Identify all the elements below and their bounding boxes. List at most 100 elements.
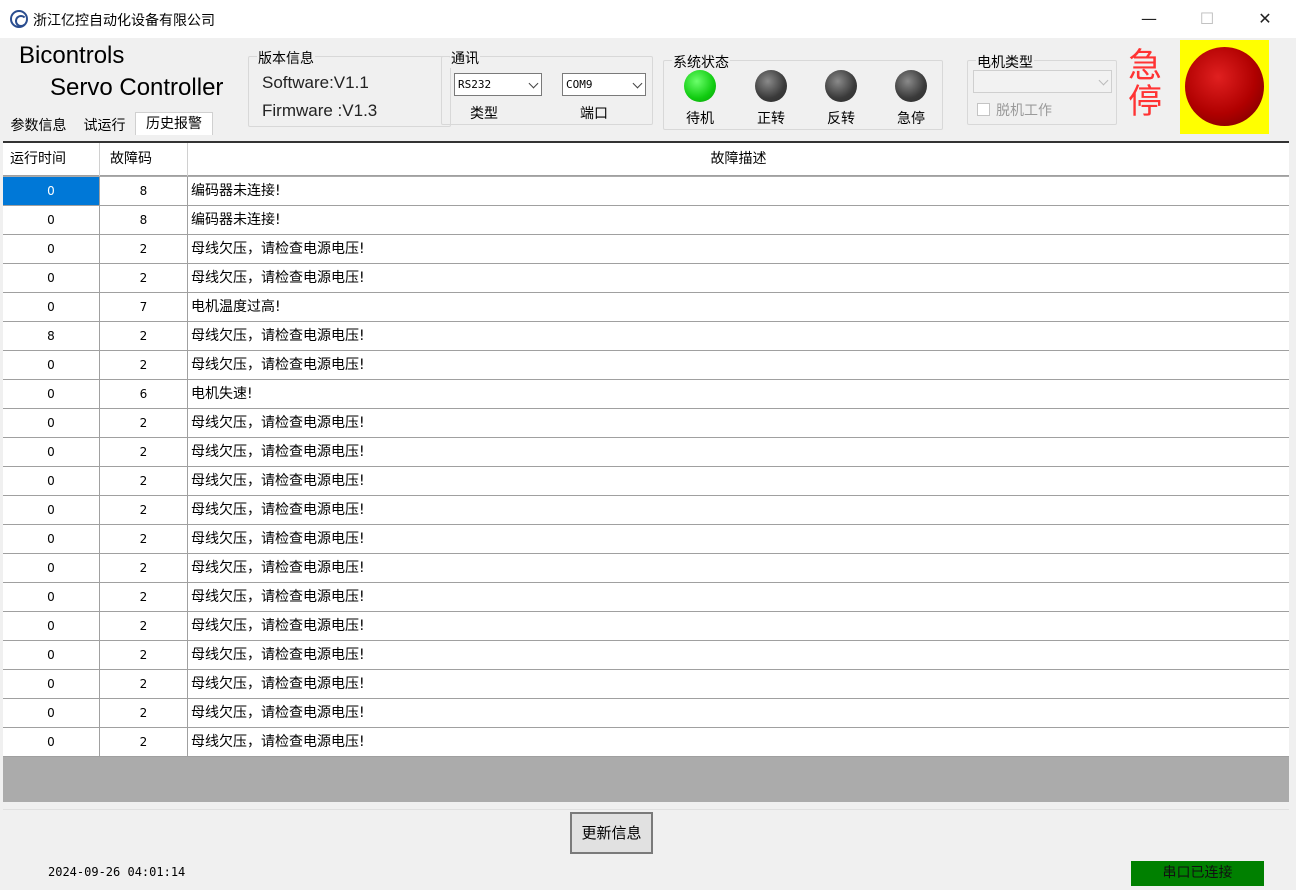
cell-fault-code[interactable]: 2 [100, 496, 188, 524]
cell-fault-description[interactable]: 母线欠压，请检查电源电压! [188, 235, 1289, 263]
cell-fault-description[interactable]: 母线欠压，请检查电源电压! [188, 525, 1289, 553]
cell-fault-description[interactable]: 母线欠压，请检查电源电压! [188, 583, 1289, 611]
brand-line-2: Servo Controller [50, 74, 224, 101]
cell-fault-code[interactable]: 2 [100, 641, 188, 669]
column-header-description[interactable]: 故障描述 [188, 143, 1289, 176]
cell-run-time[interactable]: 0 [3, 525, 100, 553]
cell-run-time[interactable]: 0 [3, 496, 100, 524]
status-datetime: 2024-09-26 04:01:14 [48, 865, 186, 879]
cell-fault-code[interactable]: 2 [100, 728, 188, 756]
table-row[interactable]: 0 2 母线欠压，请检查电源电压! [3, 525, 1289, 554]
table-row[interactable]: 8 2 母线欠压，请检查电源电压! [3, 322, 1289, 351]
table-row[interactable]: 0 2 母线欠压，请检查电源电压! [3, 670, 1289, 699]
table-row[interactable]: 0 2 母线欠压，请检查电源电压! [3, 235, 1289, 264]
cell-run-time[interactable]: 0 [3, 264, 100, 292]
cell-fault-description[interactable]: 母线欠压，请检查电源电压! [188, 554, 1289, 582]
cell-fault-code[interactable]: 2 [100, 322, 188, 350]
minimize-button[interactable]: — [1120, 0, 1178, 38]
cell-run-time[interactable]: 0 [3, 438, 100, 466]
table-row[interactable]: 0 2 母线欠压，请检查电源电压! [3, 409, 1289, 438]
cell-fault-code[interactable]: 2 [100, 554, 188, 582]
cell-fault-code[interactable]: 2 [100, 525, 188, 553]
cell-fault-code[interactable]: 2 [100, 583, 188, 611]
tab-alarm-history[interactable]: 历史报警 [135, 112, 213, 135]
cell-fault-description[interactable]: 母线欠压，请检查电源电压! [188, 264, 1289, 292]
cell-run-time[interactable]: 0 [3, 554, 100, 582]
table-row[interactable]: 0 8 编码器未连接! [3, 206, 1289, 235]
cell-run-time[interactable]: 0 [3, 293, 100, 321]
cell-fault-code[interactable]: 8 [100, 206, 188, 234]
cell-fault-code[interactable]: 2 [100, 670, 188, 698]
cell-run-time[interactable]: 0 [3, 670, 100, 698]
cell-fault-description[interactable]: 母线欠压，请检查电源电压! [188, 438, 1289, 466]
table-row[interactable]: 0 2 母线欠压，请检查电源电压! [3, 467, 1289, 496]
cell-fault-code[interactable]: 2 [100, 235, 188, 263]
cell-run-time[interactable]: 0 [3, 351, 100, 379]
table-row[interactable]: 0 2 母线欠压，请检查电源电压! [3, 699, 1289, 728]
cell-run-time[interactable]: 0 [3, 380, 100, 408]
cell-run-time[interactable]: 0 [3, 641, 100, 669]
cell-fault-code[interactable]: 2 [100, 699, 188, 727]
cell-run-time[interactable]: 0 [3, 206, 100, 234]
table-row[interactable]: 0 8 编码器未连接! [3, 177, 1289, 206]
cell-fault-code[interactable]: 2 [100, 409, 188, 437]
cell-run-time[interactable]: 0 [3, 699, 100, 727]
column-header-code[interactable]: 故障码 [100, 143, 188, 176]
table-row[interactable]: 0 6 电机失速! [3, 380, 1289, 409]
cell-fault-code[interactable]: 6 [100, 380, 188, 408]
cell-fault-description[interactable]: 电机失速! [188, 380, 1289, 408]
cell-fault-description[interactable]: 编码器未连接! [188, 177, 1289, 205]
cell-fault-code[interactable]: 2 [100, 612, 188, 640]
cell-fault-description[interactable]: 母线欠压，请检查电源电压! [188, 641, 1289, 669]
cell-fault-description[interactable]: 编码器未连接! [188, 206, 1289, 234]
cell-run-time[interactable]: 0 [3, 612, 100, 640]
table-row[interactable]: 0 2 母线欠压，请检查电源电压! [3, 728, 1289, 757]
table-row[interactable]: 0 2 母线欠压，请检查电源电压! [3, 496, 1289, 525]
cell-fault-description[interactable]: 母线欠压，请检查电源电压! [188, 322, 1289, 350]
cell-run-time[interactable]: 0 [3, 583, 100, 611]
cell-run-time[interactable]: 0 [3, 467, 100, 495]
cell-fault-code[interactable]: 2 [100, 438, 188, 466]
table-row[interactable]: 0 7 电机温度过高! [3, 293, 1289, 322]
cell-fault-code[interactable]: 8 [100, 177, 188, 205]
cell-run-time[interactable]: 8 [3, 322, 100, 350]
cell-fault-description[interactable]: 母线欠压，请检查电源电压! [188, 670, 1289, 698]
offline-work-checkbox[interactable] [977, 103, 990, 116]
cell-run-time[interactable]: 0 [3, 235, 100, 263]
cell-fault-description[interactable]: 母线欠压，请检查电源电压! [188, 409, 1289, 437]
table-row[interactable]: 0 2 母线欠压，请检查电源电压! [3, 583, 1289, 612]
cell-fault-description[interactable]: 母线欠压，请检查电源电压! [188, 612, 1289, 640]
cell-fault-description[interactable]: 母线欠压，请检查电源电压! [188, 467, 1289, 495]
cell-run-time[interactable]: 0 [3, 409, 100, 437]
table-row[interactable]: 0 2 母线欠压，请检查电源电压! [3, 554, 1289, 583]
table-row[interactable]: 0 2 母线欠压，请检查电源电压! [3, 351, 1289, 380]
cell-fault-code[interactable]: 2 [100, 264, 188, 292]
cell-fault-code[interactable]: 2 [100, 351, 188, 379]
cell-run-time[interactable]: 0 [3, 177, 100, 205]
standby-label: 待机 [686, 111, 714, 127]
cell-fault-description[interactable]: 母线欠压，请检查电源电压! [188, 699, 1289, 727]
cell-fault-code[interactable]: 7 [100, 293, 188, 321]
emergency-label: 急停 [897, 111, 925, 127]
table-row[interactable]: 0 2 母线欠压，请检查电源电压! [3, 264, 1289, 293]
motor-type-select[interactable] [973, 70, 1112, 93]
column-header-time[interactable]: 运行时间 [3, 143, 100, 176]
close-button[interactable]: ✕ [1236, 0, 1294, 38]
forward-indicator-icon [755, 70, 787, 102]
refresh-info-button[interactable]: 更新信息 [570, 812, 653, 854]
cell-fault-description[interactable]: 母线欠压，请检查电源电压! [188, 496, 1289, 524]
table-row[interactable]: 0 2 母线欠压，请检查电源电压! [3, 438, 1289, 467]
cell-fault-description[interactable]: 母线欠压，请检查电源电压! [188, 351, 1289, 379]
cell-fault-code[interactable]: 2 [100, 467, 188, 495]
tab-params[interactable]: 参数信息 [4, 115, 73, 137]
cell-run-time[interactable]: 0 [3, 728, 100, 756]
comm-port-select[interactable]: COM9 [562, 73, 646, 96]
table-row[interactable]: 0 2 母线欠压，请检查电源电压! [3, 641, 1289, 670]
table-row[interactable]: 0 2 母线欠压，请检查电源电压! [3, 612, 1289, 641]
tab-trial-run[interactable]: 试运行 [78, 115, 131, 137]
cell-fault-description[interactable]: 电机温度过高! [188, 293, 1289, 321]
comm-type-select[interactable]: RS232 [454, 73, 542, 96]
cell-fault-description[interactable]: 母线欠压，请检查电源电压! [188, 728, 1289, 756]
maximize-button[interactable]: ☐ [1178, 0, 1236, 38]
estop-button[interactable] [1185, 47, 1264, 126]
